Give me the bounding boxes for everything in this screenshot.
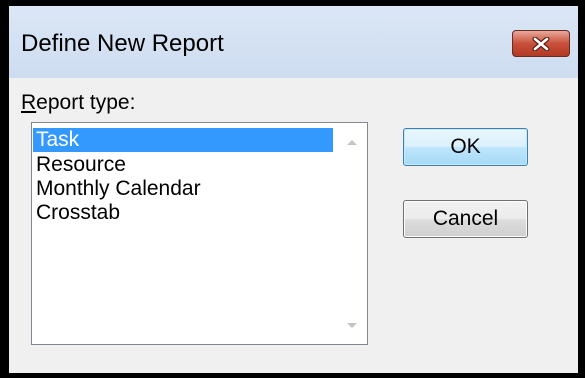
scroll-down-arrow-icon[interactable] (346, 322, 358, 330)
title-bar[interactable]: Define New Report (9, 6, 578, 78)
define-new-report-dialog: Define New Report Report type: Task Reso… (0, 0, 585, 378)
vertical-scrollbar[interactable] (337, 123, 367, 344)
close-icon (532, 36, 550, 51)
list-item-resource[interactable]: Resource (33, 153, 333, 177)
ok-button[interactable]: OK (403, 128, 528, 166)
list-item-crosstab[interactable]: Crosstab (33, 201, 333, 225)
report-type-label-text: eport type: (36, 91, 136, 114)
report-type-label: Report type: (21, 91, 135, 115)
report-type-listbox[interactable]: Task Resource Monthly Calendar Crosstab (31, 122, 368, 345)
dialog-title: Define New Report (21, 30, 224, 57)
cancel-button[interactable]: Cancel (403, 200, 528, 238)
list-item-task[interactable]: Task (33, 128, 333, 152)
report-type-label-accelerator: R (21, 91, 37, 114)
list-item-monthly-calendar[interactable]: Monthly Calendar (33, 177, 333, 201)
close-button[interactable] (512, 30, 570, 57)
scroll-up-arrow-icon[interactable] (346, 138, 358, 146)
